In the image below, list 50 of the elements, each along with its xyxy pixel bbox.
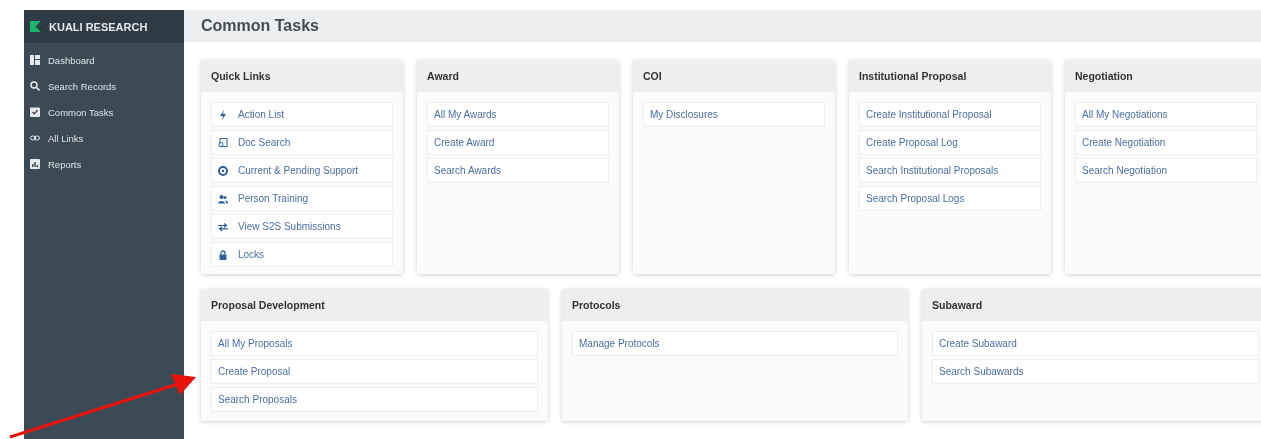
people-icon <box>218 193 228 204</box>
link-icon <box>30 133 40 143</box>
card-title: Protocols <box>572 299 621 311</box>
task-link[interactable]: Current & Pending Support <box>211 158 393 183</box>
task-link[interactable]: Search Negotiation <box>1075 158 1257 183</box>
page-title: Common Tasks <box>201 17 319 35</box>
sidebar-item[interactable]: Dashboard <box>24 47 184 73</box>
task-link[interactable]: Search Awards <box>427 158 609 183</box>
card-title: Proposal Development <box>211 299 325 311</box>
card-title: Institutional Proposal <box>859 70 967 82</box>
task-link[interactable]: Create Negotiation <box>1075 130 1257 155</box>
task-link[interactable]: View S2S Submissions <box>211 214 393 239</box>
lock-icon <box>218 249 228 260</box>
task-link[interactable]: Search Institutional Proposals <box>859 158 1041 183</box>
task-link[interactable]: Action List <box>211 102 393 127</box>
task-link[interactable]: My Disclosures <box>643 102 825 127</box>
task-link[interactable]: Search Subawards <box>932 359 1259 384</box>
task-link[interactable]: All My Awards <box>427 102 609 127</box>
task-link[interactable]: Manage Protocols <box>572 331 898 356</box>
checklist-icon <box>30 107 40 117</box>
task-link[interactable]: Create Institutional Proposal <box>859 102 1041 127</box>
document-search-icon <box>218 137 228 148</box>
logo-icon <box>30 21 41 32</box>
task-link[interactable]: Create Award <box>427 130 609 155</box>
chart-icon <box>30 159 40 169</box>
sidebar-item[interactable]: All Links <box>24 125 184 151</box>
card-title: COI <box>643 70 662 82</box>
task-link[interactable]: Search Proposal Logs <box>859 186 1041 211</box>
dashboard-icon <box>30 55 40 65</box>
card-title: Negotiation <box>1075 70 1133 82</box>
lifebuoy-icon <box>218 165 228 176</box>
task-link[interactable]: Search Proposals <box>211 387 538 412</box>
task-link[interactable]: All My Proposals <box>211 331 538 356</box>
task-link[interactable]: Create Proposal Log <box>859 130 1041 155</box>
swap-arrows-icon <box>218 221 228 232</box>
sidebar-item[interactable]: Reports <box>24 151 184 177</box>
sidebar-item[interactable]: Common Tasks <box>24 99 184 125</box>
task-link[interactable]: All My Negotiations <box>1075 102 1257 127</box>
task-link[interactable]: Doc Search <box>211 130 393 155</box>
lightning-icon <box>218 109 228 120</box>
card-title: Quick Links <box>211 70 271 82</box>
brand-name: KUALI RESEARCH <box>49 20 148 33</box>
card-title: Subaward <box>932 299 983 311</box>
sidebar-item[interactable]: Search Records <box>24 73 184 99</box>
card-title: Award <box>427 70 459 82</box>
task-link[interactable]: Locks <box>211 242 393 267</box>
task-link[interactable]: Create Subaward <box>932 331 1259 356</box>
search-icon <box>30 81 40 91</box>
task-link[interactable]: Create Proposal <box>211 359 538 384</box>
task-link[interactable]: Person Training <box>211 186 393 211</box>
